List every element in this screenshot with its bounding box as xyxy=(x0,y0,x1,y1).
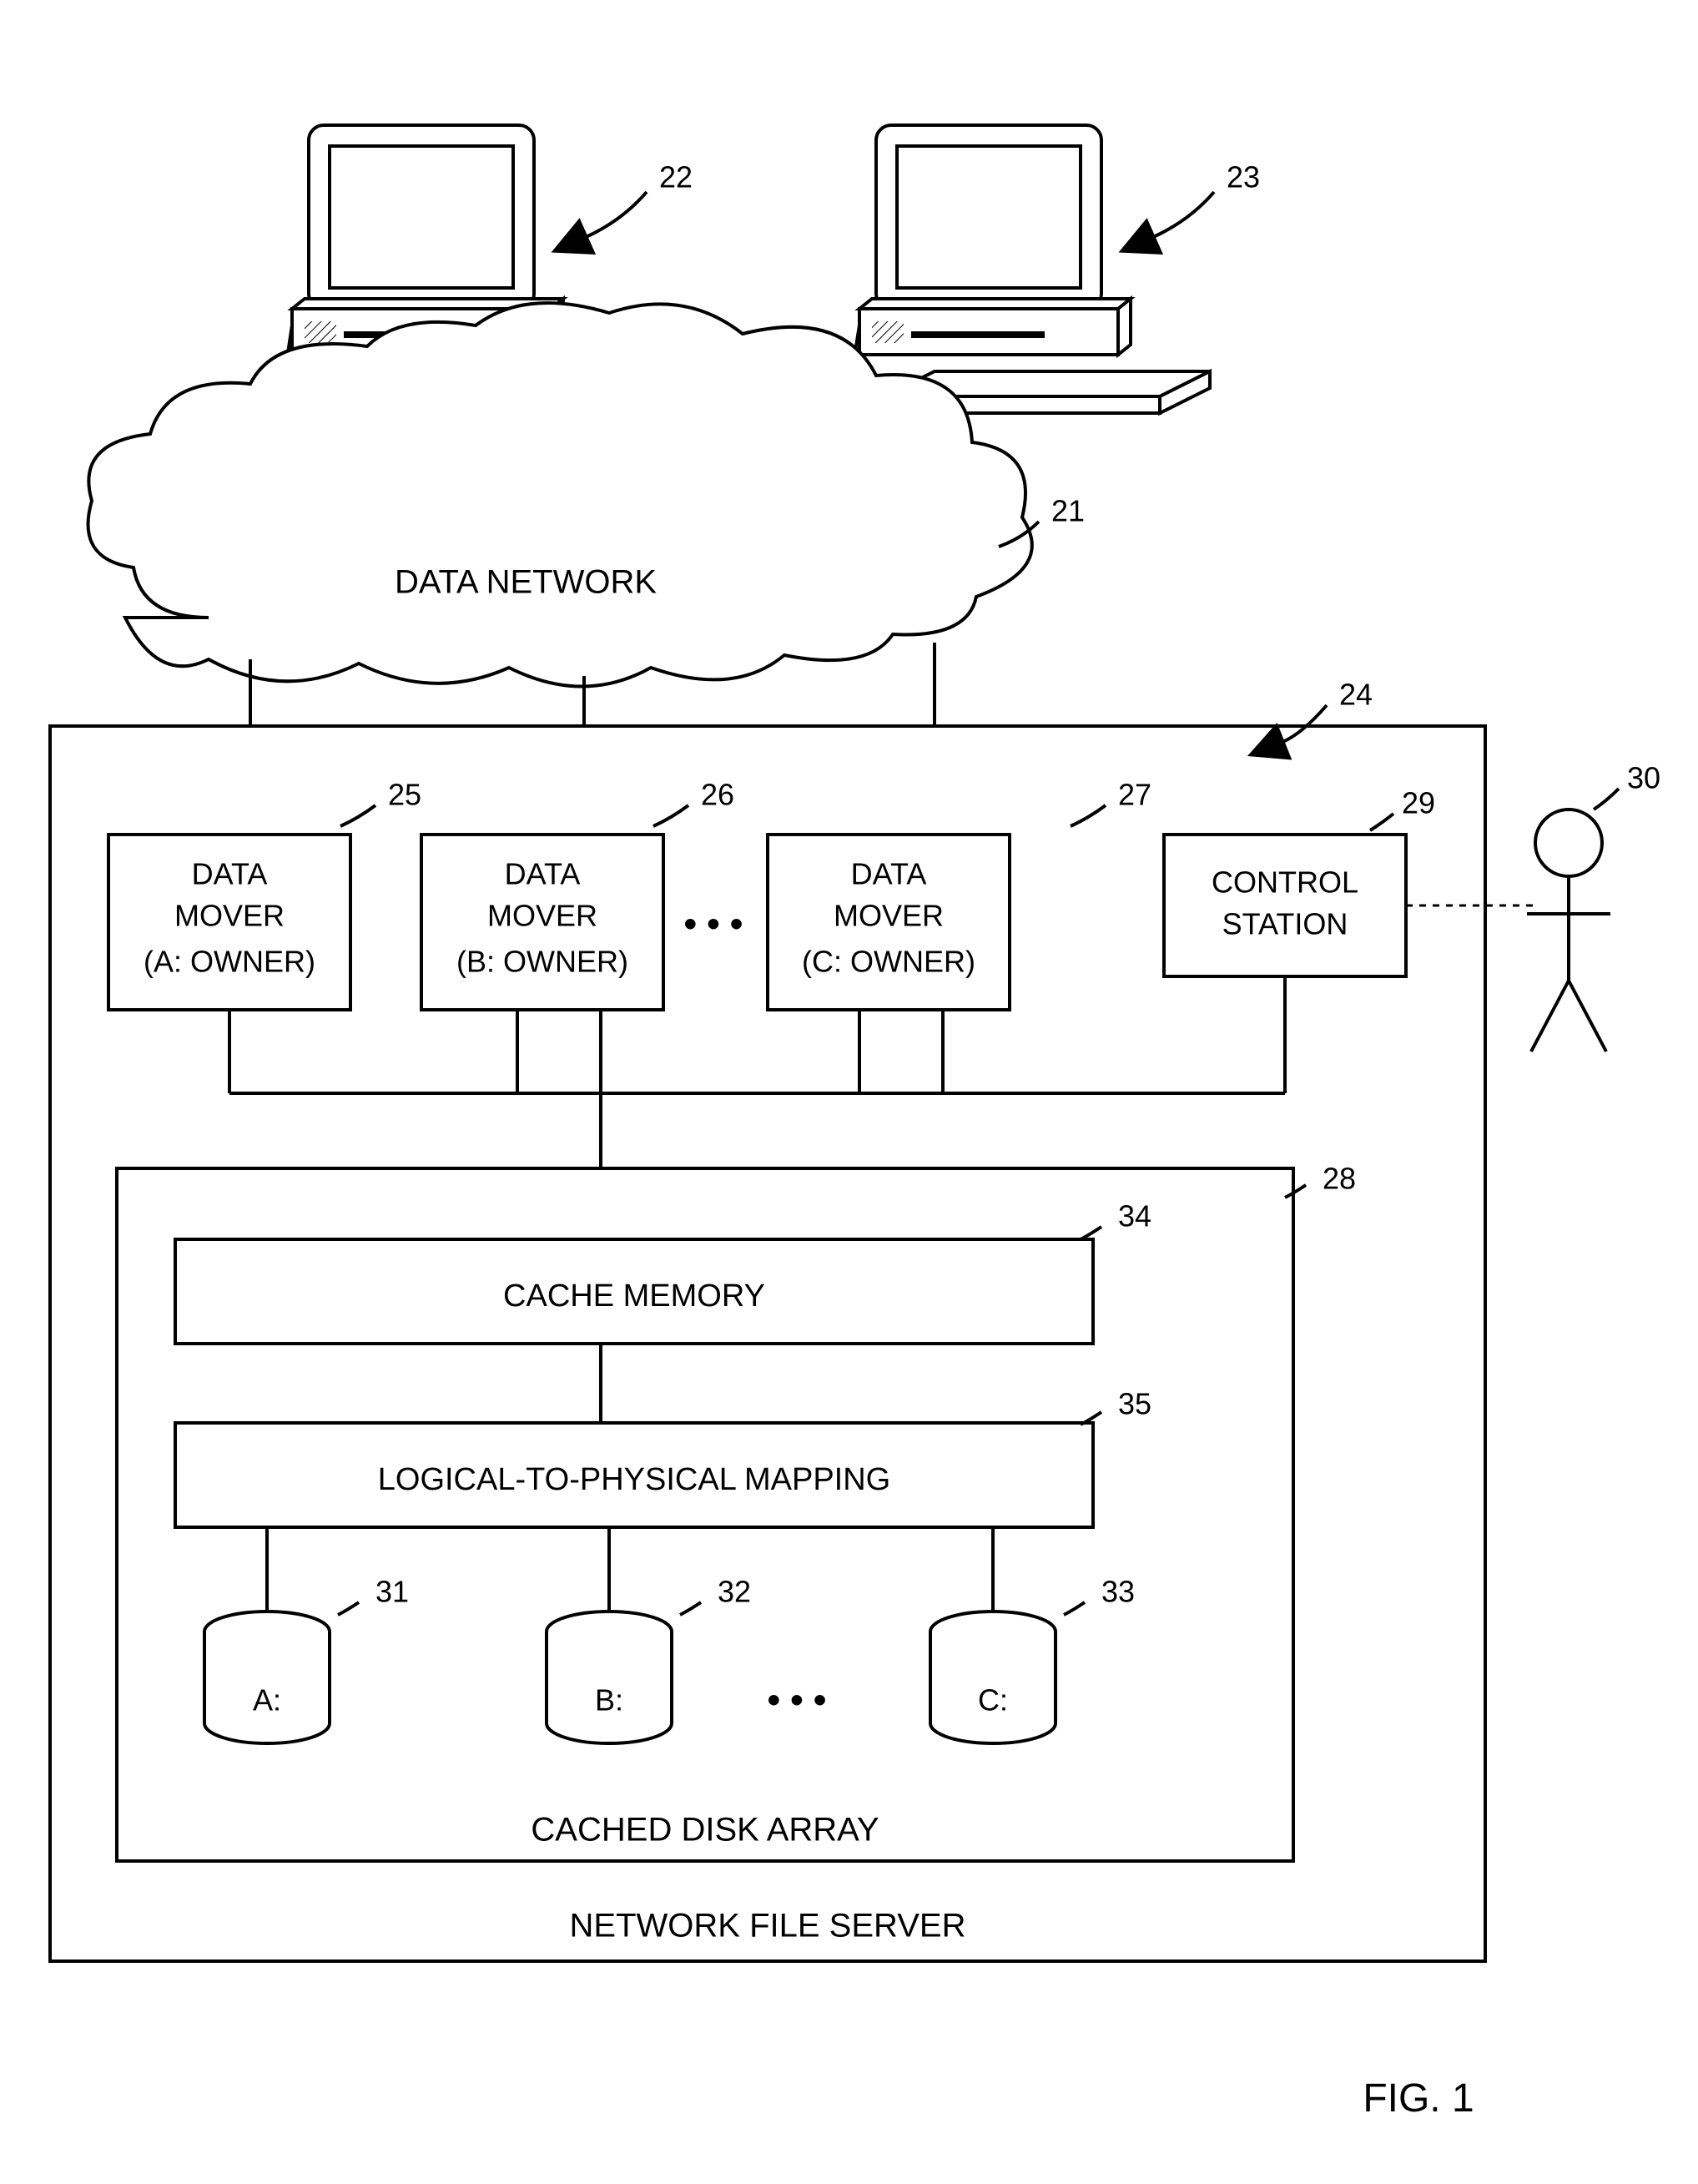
cloud xyxy=(88,303,1032,687)
data-network-label: DATA NETWORK xyxy=(395,564,657,601)
dm27-l1: DATA xyxy=(851,857,927,891)
disk-c: C: xyxy=(930,1612,1056,1743)
ref-21: 21 xyxy=(1051,494,1085,528)
disk-a: A: xyxy=(204,1612,330,1743)
disk-b: B: xyxy=(547,1612,672,1743)
diskC-label: C: xyxy=(978,1683,1008,1717)
dots-1: • • • xyxy=(684,904,743,945)
ref-28: 28 xyxy=(1323,1162,1356,1196)
diskB-label: B: xyxy=(595,1683,623,1717)
ref-26: 26 xyxy=(701,778,734,812)
ref-33: 33 xyxy=(1101,1575,1135,1609)
diagram-root: 22 23 DATA NETWORK 21 NETWORK FILE SERVE… xyxy=(0,0,1698,2184)
cs-l2: STATION xyxy=(1222,907,1348,941)
cda-label: CACHED DISK ARRAY xyxy=(531,1812,879,1849)
ref-31: 31 xyxy=(375,1575,409,1609)
dots-2: • • • xyxy=(768,1680,827,1721)
nfs-label: NETWORK FILE SERVER xyxy=(570,1908,966,1944)
dm25-l2: MOVER xyxy=(174,899,285,933)
control-station xyxy=(1164,835,1406,976)
dm27-l2: MOVER xyxy=(834,899,944,933)
dm26-l2: MOVER xyxy=(487,899,597,933)
ref-30: 30 xyxy=(1627,761,1660,795)
dm26-l3: (B: OWNER) xyxy=(456,945,628,979)
cache-label: CACHE MEMORY xyxy=(503,1279,765,1314)
cs-l1: CONTROL xyxy=(1212,865,1358,900)
ref-25: 25 xyxy=(388,778,421,812)
ref-27: 27 xyxy=(1118,778,1151,812)
ref-22: 22 xyxy=(659,160,693,194)
operator-icon xyxy=(1527,810,1610,1052)
ref-24: 24 xyxy=(1339,678,1373,712)
ref-32: 32 xyxy=(718,1575,751,1609)
figure-caption: FIG. 1 xyxy=(1363,2076,1474,2121)
ref-35: 35 xyxy=(1118,1387,1151,1421)
mapping-label: LOGICAL-TO-PHYSICAL MAPPING xyxy=(378,1462,890,1497)
dm26-l1: DATA xyxy=(505,857,581,891)
ref-23: 23 xyxy=(1227,160,1260,194)
dm27-l3: (C: OWNER) xyxy=(802,945,975,979)
ref-29: 29 xyxy=(1402,786,1435,820)
ref-34: 34 xyxy=(1118,1199,1151,1233)
dm25-l3: (A: OWNER) xyxy=(144,945,315,979)
diskA-label: A: xyxy=(253,1683,281,1717)
dm25-l1: DATA xyxy=(192,857,268,891)
